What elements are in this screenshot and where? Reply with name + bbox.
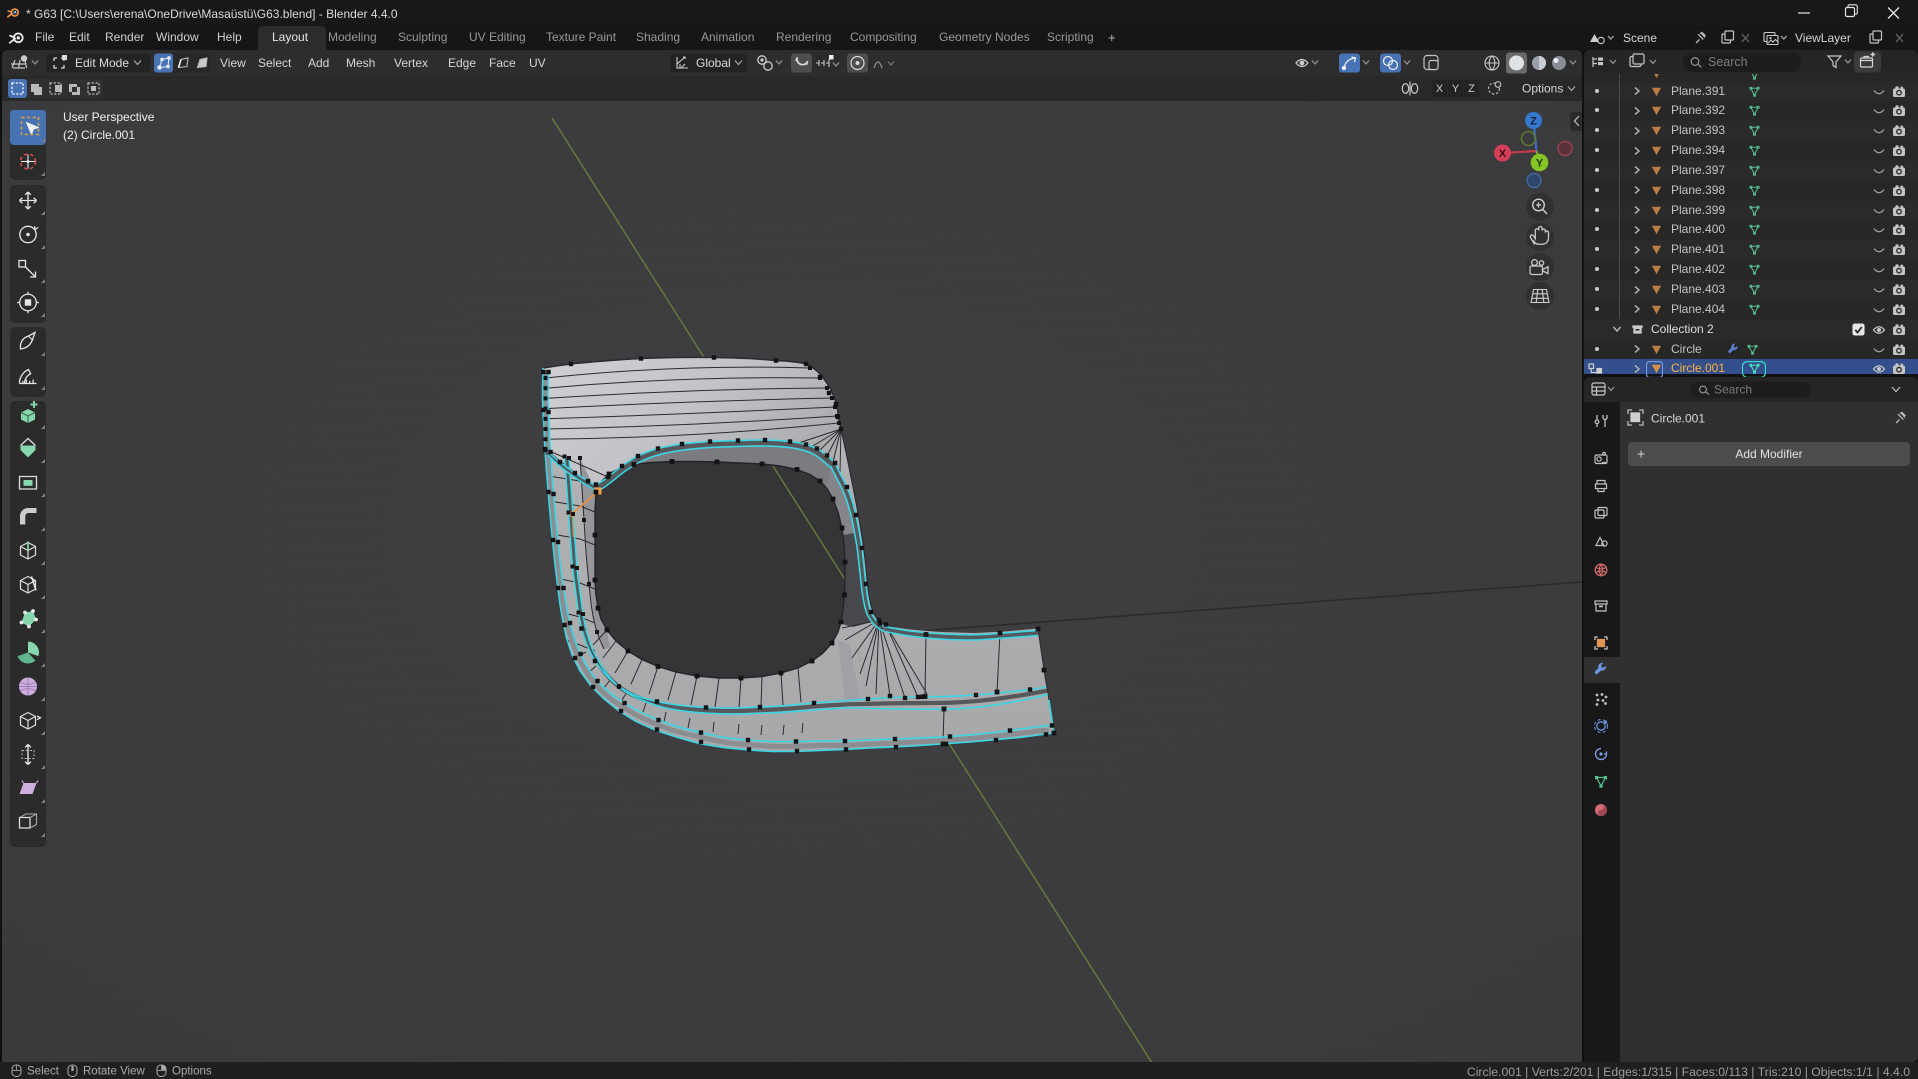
svg-text:Search: Search — [1714, 383, 1752, 397]
svg-text:User Perspective: User Perspective — [63, 110, 155, 124]
svg-text:(2) Circle.001: (2) Circle.001 — [63, 128, 135, 142]
svg-text:Select: Select — [258, 56, 292, 70]
svg-text:Options: Options — [1522, 82, 1563, 96]
svg-text:Options: Options — [172, 1066, 212, 1078]
svg-text:Face: Face — [489, 56, 516, 70]
svg-text:Add: Add — [308, 56, 329, 70]
svg-text:Edge: Edge — [448, 56, 476, 70]
svg-text:Search: Search — [1708, 55, 1748, 69]
svg-text:ViewLayer: ViewLayer — [1795, 31, 1851, 45]
svg-text:Add Modifier: Add Modifier — [1735, 447, 1802, 461]
svg-text:Mesh: Mesh — [346, 56, 375, 70]
svg-text:Z: Z — [1468, 83, 1475, 95]
svg-text:Rotate View: Rotate View — [83, 1066, 145, 1078]
svg-text:UV: UV — [529, 56, 546, 70]
svg-text:Circle.001: Circle.001 — [1651, 412, 1705, 426]
svg-text:Select: Select — [27, 1066, 60, 1078]
svg-text:Scene: Scene — [1623, 31, 1657, 45]
svg-text:Y: Y — [1452, 83, 1460, 95]
svg-text:Global: Global — [696, 56, 731, 70]
svg-text:X: X — [1499, 148, 1507, 160]
svg-text:Y: Y — [1536, 158, 1544, 170]
svg-text:View: View — [220, 56, 246, 70]
svg-text:Vertex: Vertex — [394, 56, 428, 70]
svg-text:Z: Z — [1530, 116, 1537, 128]
svg-text:+: + — [1637, 446, 1645, 462]
svg-text:X: X — [1436, 83, 1444, 95]
svg-text:Edit Mode: Edit Mode — [75, 56, 129, 70]
